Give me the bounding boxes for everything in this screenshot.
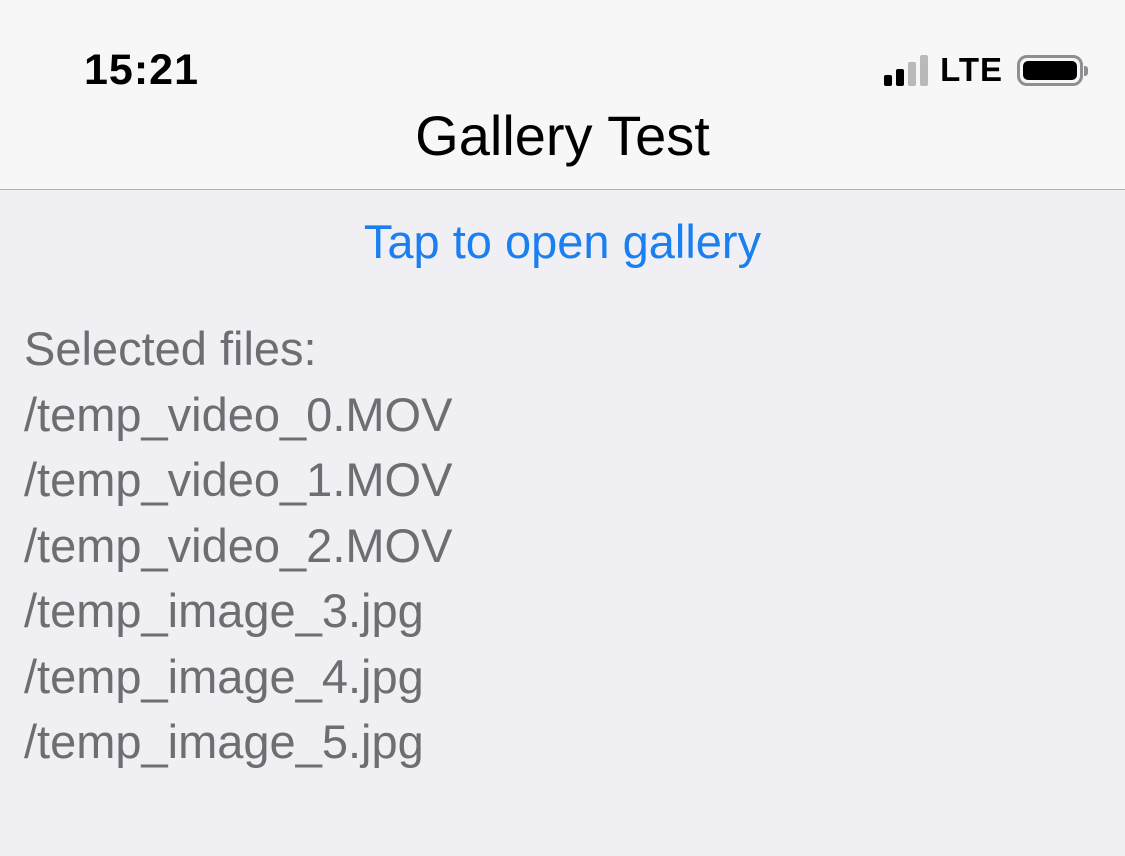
status-time: 15:21 bbox=[84, 46, 199, 94]
network-type: LTE bbox=[940, 51, 1003, 88]
page-title: Gallery Test bbox=[415, 104, 710, 167]
signal-bar bbox=[920, 55, 929, 86]
battery-cap bbox=[1084, 65, 1088, 76]
file-item: /temp_image_3.jpg bbox=[24, 584, 424, 637]
status-bar: 15:21 LTE bbox=[0, 0, 1125, 100]
signal-bar bbox=[896, 69, 905, 86]
navigation-header: 15:21 LTE Gallery Test bbox=[0, 0, 1125, 190]
battery-level-fill bbox=[1023, 60, 1077, 80]
battery-icon bbox=[1017, 54, 1088, 86]
file-item: /temp_video_1.MOV bbox=[24, 453, 453, 506]
cellular-signal-icon bbox=[884, 54, 929, 86]
selected-files-list: Selected files: /temp_video_0.MOV /temp_… bbox=[24, 316, 452, 775]
file-item: /temp_video_2.MOV bbox=[24, 518, 453, 572]
signal-bar bbox=[908, 62, 917, 86]
file-item: /temp_video_0.MOV bbox=[24, 387, 453, 441]
status-indicators: LTE bbox=[884, 50, 1088, 90]
file-item: /temp_image_4.jpg bbox=[24, 649, 424, 703]
selected-files-label: Selected files: bbox=[24, 322, 317, 375]
signal-bar bbox=[884, 75, 893, 86]
open-gallery-button[interactable]: Tap to open gallery bbox=[0, 214, 1125, 269]
file-item: /temp_image_5.jpg bbox=[24, 715, 424, 768]
